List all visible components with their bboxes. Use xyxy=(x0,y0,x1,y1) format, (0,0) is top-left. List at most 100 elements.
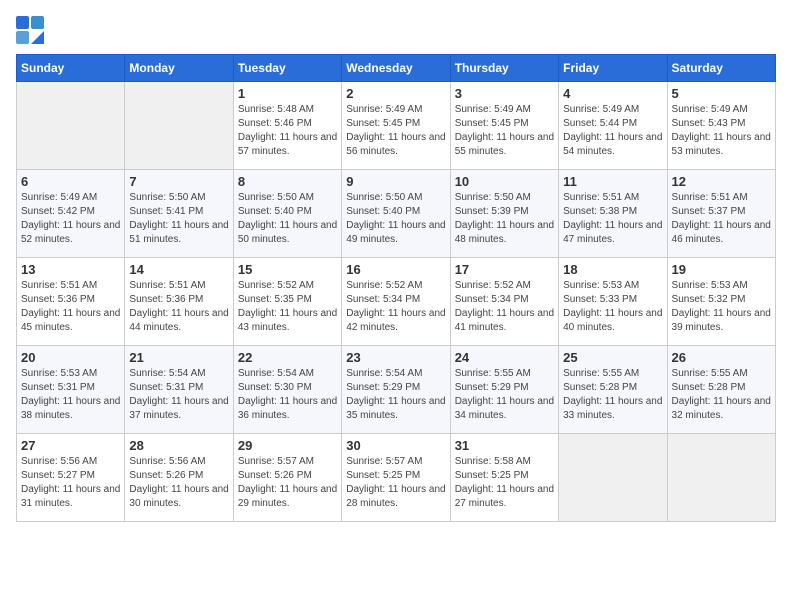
calendar-day-cell: 26 Sunrise: 5:55 AM Sunset: 5:28 PM Dayl… xyxy=(667,346,775,434)
calendar-day-cell: 4 Sunrise: 5:49 AM Sunset: 5:44 PM Dayli… xyxy=(559,82,667,170)
day-number: 11 xyxy=(563,174,662,189)
calendar-day-cell: 18 Sunrise: 5:53 AM Sunset: 5:33 PM Dayl… xyxy=(559,258,667,346)
calendar-day-cell: 29 Sunrise: 5:57 AM Sunset: 5:26 PM Dayl… xyxy=(233,434,341,522)
calendar-day-cell: 27 Sunrise: 5:56 AM Sunset: 5:27 PM Dayl… xyxy=(17,434,125,522)
day-info: Sunrise: 5:51 AM Sunset: 5:38 PM Dayligh… xyxy=(563,191,662,247)
day-info: Sunrise: 5:57 AM Sunset: 5:25 PM Dayligh… xyxy=(346,455,445,511)
day-info: Sunrise: 5:55 AM Sunset: 5:28 PM Dayligh… xyxy=(563,367,662,423)
calendar-week-row: 1 Sunrise: 5:48 AM Sunset: 5:46 PM Dayli… xyxy=(17,82,776,170)
calendar-day-cell: 14 Sunrise: 5:51 AM Sunset: 5:36 PM Dayl… xyxy=(125,258,233,346)
day-info: Sunrise: 5:51 AM Sunset: 5:36 PM Dayligh… xyxy=(21,279,120,335)
day-info: Sunrise: 5:56 AM Sunset: 5:27 PM Dayligh… xyxy=(21,455,120,511)
day-number: 14 xyxy=(129,262,228,277)
day-number: 23 xyxy=(346,350,445,365)
calendar-day-cell: 31 Sunrise: 5:58 AM Sunset: 5:25 PM Dayl… xyxy=(450,434,558,522)
day-number: 4 xyxy=(563,86,662,101)
weekday-header-cell: Tuesday xyxy=(233,55,341,82)
calendar-day-cell: 23 Sunrise: 5:54 AM Sunset: 5:29 PM Dayl… xyxy=(342,346,450,434)
calendar-day-cell xyxy=(125,82,233,170)
calendar-day-cell: 16 Sunrise: 5:52 AM Sunset: 5:34 PM Dayl… xyxy=(342,258,450,346)
calendar-day-cell: 15 Sunrise: 5:52 AM Sunset: 5:35 PM Dayl… xyxy=(233,258,341,346)
calendar-week-row: 13 Sunrise: 5:51 AM Sunset: 5:36 PM Dayl… xyxy=(17,258,776,346)
calendar-day-cell: 24 Sunrise: 5:55 AM Sunset: 5:29 PM Dayl… xyxy=(450,346,558,434)
day-number: 27 xyxy=(21,438,120,453)
day-info: Sunrise: 5:49 AM Sunset: 5:45 PM Dayligh… xyxy=(455,103,554,159)
weekday-header-cell: Friday xyxy=(559,55,667,82)
day-info: Sunrise: 5:53 AM Sunset: 5:33 PM Dayligh… xyxy=(563,279,662,335)
weekday-header-cell: Wednesday xyxy=(342,55,450,82)
calendar-day-cell: 20 Sunrise: 5:53 AM Sunset: 5:31 PM Dayl… xyxy=(17,346,125,434)
calendar-day-cell: 7 Sunrise: 5:50 AM Sunset: 5:41 PM Dayli… xyxy=(125,170,233,258)
calendar-day-cell: 12 Sunrise: 5:51 AM Sunset: 5:37 PM Dayl… xyxy=(667,170,775,258)
calendar-day-cell xyxy=(559,434,667,522)
calendar-day-cell: 1 Sunrise: 5:48 AM Sunset: 5:46 PM Dayli… xyxy=(233,82,341,170)
calendar-day-cell: 30 Sunrise: 5:57 AM Sunset: 5:25 PM Dayl… xyxy=(342,434,450,522)
day-info: Sunrise: 5:49 AM Sunset: 5:43 PM Dayligh… xyxy=(672,103,771,159)
day-number: 24 xyxy=(455,350,554,365)
calendar-day-cell: 10 Sunrise: 5:50 AM Sunset: 5:39 PM Dayl… xyxy=(450,170,558,258)
day-number: 3 xyxy=(455,86,554,101)
calendar-day-cell: 19 Sunrise: 5:53 AM Sunset: 5:32 PM Dayl… xyxy=(667,258,775,346)
day-info: Sunrise: 5:52 AM Sunset: 5:34 PM Dayligh… xyxy=(346,279,445,335)
day-info: Sunrise: 5:50 AM Sunset: 5:40 PM Dayligh… xyxy=(238,191,337,247)
day-number: 31 xyxy=(455,438,554,453)
day-info: Sunrise: 5:51 AM Sunset: 5:36 PM Dayligh… xyxy=(129,279,228,335)
page-header xyxy=(16,16,776,44)
day-info: Sunrise: 5:49 AM Sunset: 5:44 PM Dayligh… xyxy=(563,103,662,159)
calendar-day-cell xyxy=(17,82,125,170)
calendar-day-cell: 17 Sunrise: 5:52 AM Sunset: 5:34 PM Dayl… xyxy=(450,258,558,346)
calendar-day-cell: 11 Sunrise: 5:51 AM Sunset: 5:38 PM Dayl… xyxy=(559,170,667,258)
day-info: Sunrise: 5:53 AM Sunset: 5:31 PM Dayligh… xyxy=(21,367,120,423)
weekday-header-cell: Monday xyxy=(125,55,233,82)
day-number: 9 xyxy=(346,174,445,189)
day-number: 13 xyxy=(21,262,120,277)
day-number: 19 xyxy=(672,262,771,277)
logo-icon xyxy=(16,16,44,44)
day-number: 26 xyxy=(672,350,771,365)
day-info: Sunrise: 5:49 AM Sunset: 5:42 PM Dayligh… xyxy=(21,191,120,247)
calendar-week-row: 20 Sunrise: 5:53 AM Sunset: 5:31 PM Dayl… xyxy=(17,346,776,434)
day-number: 29 xyxy=(238,438,337,453)
day-number: 12 xyxy=(672,174,771,189)
day-number: 15 xyxy=(238,262,337,277)
day-info: Sunrise: 5:54 AM Sunset: 5:31 PM Dayligh… xyxy=(129,367,228,423)
calendar-day-cell: 8 Sunrise: 5:50 AM Sunset: 5:40 PM Dayli… xyxy=(233,170,341,258)
day-info: Sunrise: 5:52 AM Sunset: 5:35 PM Dayligh… xyxy=(238,279,337,335)
day-info: Sunrise: 5:50 AM Sunset: 5:40 PM Dayligh… xyxy=(346,191,445,247)
day-number: 30 xyxy=(346,438,445,453)
calendar-day-cell: 22 Sunrise: 5:54 AM Sunset: 5:30 PM Dayl… xyxy=(233,346,341,434)
day-number: 8 xyxy=(238,174,337,189)
day-info: Sunrise: 5:50 AM Sunset: 5:41 PM Dayligh… xyxy=(129,191,228,247)
calendar-day-cell: 28 Sunrise: 5:56 AM Sunset: 5:26 PM Dayl… xyxy=(125,434,233,522)
day-number: 28 xyxy=(129,438,228,453)
weekday-header-cell: Thursday xyxy=(450,55,558,82)
day-number: 2 xyxy=(346,86,445,101)
calendar-day-cell: 9 Sunrise: 5:50 AM Sunset: 5:40 PM Dayli… xyxy=(342,170,450,258)
calendar-day-cell: 13 Sunrise: 5:51 AM Sunset: 5:36 PM Dayl… xyxy=(17,258,125,346)
calendar-day-cell: 5 Sunrise: 5:49 AM Sunset: 5:43 PM Dayli… xyxy=(667,82,775,170)
day-number: 22 xyxy=(238,350,337,365)
day-info: Sunrise: 5:50 AM Sunset: 5:39 PM Dayligh… xyxy=(455,191,554,247)
day-number: 25 xyxy=(563,350,662,365)
day-info: Sunrise: 5:48 AM Sunset: 5:46 PM Dayligh… xyxy=(238,103,337,159)
day-info: Sunrise: 5:54 AM Sunset: 5:29 PM Dayligh… xyxy=(346,367,445,423)
day-info: Sunrise: 5:55 AM Sunset: 5:28 PM Dayligh… xyxy=(672,367,771,423)
day-info: Sunrise: 5:57 AM Sunset: 5:26 PM Dayligh… xyxy=(238,455,337,511)
calendar-table: SundayMondayTuesdayWednesdayThursdayFrid… xyxy=(16,54,776,522)
calendar-day-cell: 6 Sunrise: 5:49 AM Sunset: 5:42 PM Dayli… xyxy=(17,170,125,258)
calendar-day-cell: 25 Sunrise: 5:55 AM Sunset: 5:28 PM Dayl… xyxy=(559,346,667,434)
day-number: 20 xyxy=(21,350,120,365)
day-number: 21 xyxy=(129,350,228,365)
calendar-day-cell: 2 Sunrise: 5:49 AM Sunset: 5:45 PM Dayli… xyxy=(342,82,450,170)
day-number: 10 xyxy=(455,174,554,189)
day-info: Sunrise: 5:49 AM Sunset: 5:45 PM Dayligh… xyxy=(346,103,445,159)
day-number: 7 xyxy=(129,174,228,189)
day-info: Sunrise: 5:53 AM Sunset: 5:32 PM Dayligh… xyxy=(672,279,771,335)
day-number: 5 xyxy=(672,86,771,101)
day-info: Sunrise: 5:54 AM Sunset: 5:30 PM Dayligh… xyxy=(238,367,337,423)
calendar-day-cell: 3 Sunrise: 5:49 AM Sunset: 5:45 PM Dayli… xyxy=(450,82,558,170)
day-number: 6 xyxy=(21,174,120,189)
day-info: Sunrise: 5:58 AM Sunset: 5:25 PM Dayligh… xyxy=(455,455,554,511)
calendar-week-row: 6 Sunrise: 5:49 AM Sunset: 5:42 PM Dayli… xyxy=(17,170,776,258)
day-info: Sunrise: 5:52 AM Sunset: 5:34 PM Dayligh… xyxy=(455,279,554,335)
